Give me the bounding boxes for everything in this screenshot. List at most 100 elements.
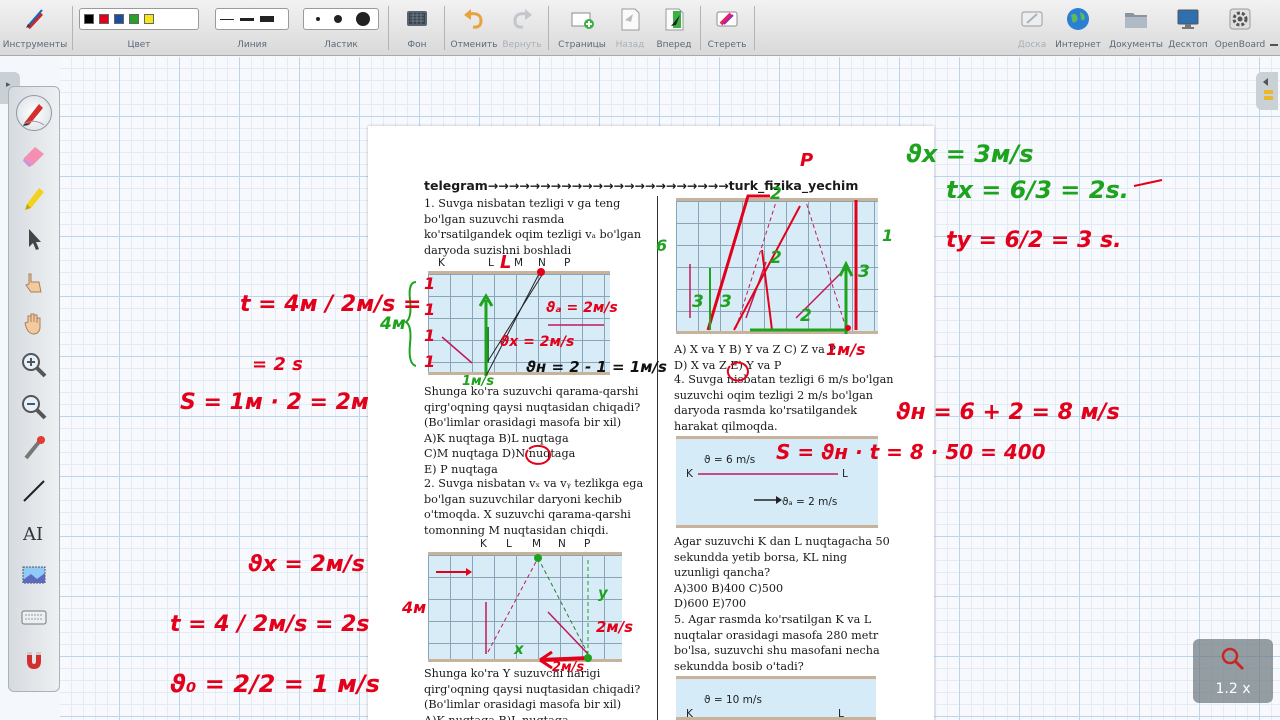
toolbar-collapse[interactable] <box>1270 44 1278 46</box>
doc-line: A)K nuqtaga B)L nuqtaga <box>424 713 569 720</box>
doc-line: bo'lgan suzuvchilar daryoni kechib <box>424 492 622 506</box>
globe-icon <box>1067 8 1089 30</box>
line-width-picker[interactable]: Линия <box>212 0 292 56</box>
river-point-label: M <box>532 538 542 550</box>
doc-line: sekundda yetib borsa, KL ning <box>674 550 848 564</box>
doc-line: Shunga ko'ra suzuvchi qarama-qarshi <box>424 385 639 398</box>
doc-line: 1. Suvga nisbatan tezligi v ga teng <box>424 197 621 210</box>
board-icon <box>1021 11 1043 27</box>
doc-line: bo'lgan suzuvchi rasmda <box>424 212 565 226</box>
desktop-button[interactable]: Десктоп <box>1166 0 1210 56</box>
background-button[interactable]: Фон <box>392 0 442 56</box>
eraser-label: Ластик <box>324 40 358 50</box>
river-point-label: K <box>438 257 445 269</box>
line-thick[interactable] <box>260 14 274 24</box>
ink-number: 3 <box>858 262 870 282</box>
background-label: Фон <box>407 40 427 50</box>
openboard-settings-button[interactable]: OpenBoard <box>1210 0 1270 56</box>
color-swatch[interactable] <box>84 14 94 24</box>
doc-line: suzuvchi oqim tezligi 2 m/s bo'lgan <box>674 388 874 402</box>
board-button[interactable]: Доска <box>1012 0 1052 56</box>
laser-pointer-tool[interactable] <box>16 431 52 467</box>
zoom-out-tool[interactable] <box>16 389 52 425</box>
redo-label: Вернуть <box>502 40 542 50</box>
text-icon: AI <box>22 524 43 545</box>
back-button[interactable]: Назад <box>612 0 648 56</box>
line-icon <box>23 480 45 502</box>
doc-line: C)M nuqtaga D)N nuqtaga <box>424 447 576 460</box>
ink-number: 2 <box>800 306 812 326</box>
undo-button[interactable]: Отменить <box>448 0 500 56</box>
marker-tool[interactable] <box>16 179 52 215</box>
zoom-indicator[interactable]: 1.2 x <box>1193 639 1273 703</box>
doc-line: harakat qilmoqda. <box>674 419 778 433</box>
pen-tool[interactable] <box>16 95 52 131</box>
doc-line: 5. Agar rasmda ko'rsatilgan K va L <box>674 613 872 626</box>
internet-button[interactable]: Интернет <box>1054 0 1102 56</box>
color-swatch[interactable] <box>114 14 124 24</box>
line-medium[interactable] <box>240 14 254 24</box>
pages-button[interactable]: Страницы <box>556 0 608 56</box>
monitor-icon <box>1177 9 1199 29</box>
doc-line: Agar suzuvchi K dan L nuqtagacha 50 <box>674 535 890 548</box>
river-point-label: P <box>584 538 591 550</box>
keyboard-tool[interactable] <box>16 599 52 635</box>
eraser-large[interactable] <box>356 12 370 26</box>
hand-icon <box>24 313 41 335</box>
doc-line: A) X va Y B) Y va Z C) Z va P <box>674 343 836 356</box>
capture-tool[interactable] <box>16 557 52 593</box>
river-point-label: N <box>558 538 566 550</box>
river-point-label: K <box>480 538 487 550</box>
color-picker[interactable]: Цвет <box>76 0 202 56</box>
ink-one: 1 <box>424 326 436 345</box>
instruments-label: Инструменты <box>2 40 68 50</box>
ink-vx: ϑx = 2м/s <box>500 334 575 350</box>
ink-number: 2 <box>770 248 782 268</box>
interact-tool[interactable] <box>16 263 52 299</box>
color-swatch[interactable] <box>144 14 154 24</box>
doc-line: daryoda rasmda ko'rsatilgandek <box>674 404 857 417</box>
zoom-in-tool[interactable] <box>16 347 52 383</box>
doc-line: qirg'oqning qaysi nuqtasidan chiqadi? <box>424 400 641 414</box>
eraser-medium[interactable] <box>334 15 342 23</box>
doc-line: sekundda bosib o'tadi? <box>674 659 804 673</box>
color-swatches[interactable] <box>79 8 199 30</box>
river-point-label: P <box>564 257 571 269</box>
doc-line: nuqtalar orasidagi masofa 280 metr <box>674 628 879 642</box>
color-swatch[interactable] <box>129 14 139 24</box>
doc-line: o'tmoqda. X suzuvchi qarama-qarshi <box>424 508 631 521</box>
eraser-small[interactable] <box>316 17 320 21</box>
ink-ty: ty = 6/2 = 3 s. <box>946 228 1122 253</box>
line-tool[interactable] <box>16 473 52 509</box>
ink-2s: = 2 s <box>252 354 303 375</box>
clear-button[interactable]: Стереть <box>704 0 750 56</box>
line-thin[interactable] <box>220 14 234 24</box>
forward-label: Вперед <box>656 40 692 50</box>
eraser-tool[interactable] <box>16 137 52 173</box>
back-label: Назад <box>615 40 645 50</box>
internet-label: Интернет <box>1055 40 1101 50</box>
color-swatch[interactable] <box>99 14 109 24</box>
pointing-hand-icon <box>25 273 42 293</box>
capture-icon <box>22 566 46 584</box>
openboard-label: OpenBoard <box>1214 40 1266 50</box>
doc-line: E) P nuqtaga <box>424 462 498 476</box>
laser-pointer-icon <box>24 436 45 460</box>
top-toolbar: Инструменты Цвет Линия Ластик Фон Отмени… <box>0 0 1280 56</box>
ink-one: 1 <box>424 352 436 371</box>
eraser-size-picker[interactable]: Ластик <box>300 0 382 56</box>
eraser-icon <box>23 147 44 167</box>
magnet-tool[interactable] <box>16 641 52 677</box>
documents-button[interactable]: Документы <box>1106 0 1166 56</box>
right-panel-toggle[interactable] <box>1256 72 1278 110</box>
redo-button[interactable]: Вернуть <box>500 0 544 56</box>
forward-button[interactable]: Вперед <box>652 0 696 56</box>
select-tool[interactable] <box>16 221 52 257</box>
instruments-button[interactable]: Инструменты <box>0 0 70 56</box>
ink-r1: 1 <box>882 226 894 245</box>
new-page-icon <box>571 12 594 29</box>
text-tool[interactable]: AI <box>16 515 52 551</box>
ink-vn: ϑн = 2 - 1 = 1м/s <box>526 358 667 376</box>
hand-tool[interactable] <box>16 305 52 341</box>
ink-p: P <box>800 150 814 171</box>
